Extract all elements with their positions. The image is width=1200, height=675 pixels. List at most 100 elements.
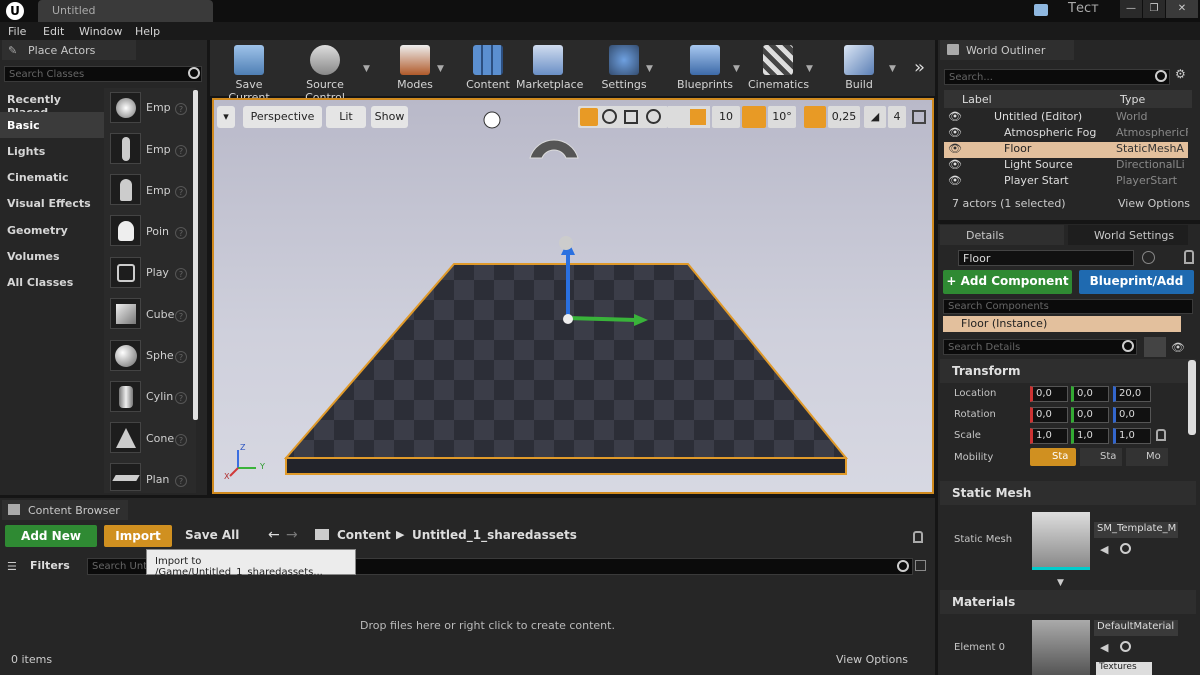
chevron-down-icon[interactable]: ▼ bbox=[889, 64, 896, 74]
show-button[interactable]: Show bbox=[371, 106, 408, 128]
camera-speed-value[interactable]: 4 bbox=[888, 106, 906, 128]
save-current-button[interactable]: Save Current bbox=[216, 42, 282, 104]
eye-icon[interactable]: 👁 bbox=[948, 142, 962, 155]
actor-item-label[interactable]: Play bbox=[146, 266, 169, 279]
static-mesh-dropdown[interactable]: SM_Template_M bbox=[1094, 522, 1178, 538]
eye-icon[interactable]: 👁 bbox=[1171, 341, 1185, 354]
chevron-down-icon[interactable]: ▼ bbox=[733, 64, 740, 74]
property-matrix-icon[interactable] bbox=[1144, 337, 1166, 357]
rotation-snap-icon[interactable] bbox=[742, 106, 766, 128]
world-local-icon[interactable] bbox=[646, 109, 661, 124]
save-search-icon[interactable] bbox=[915, 560, 926, 571]
close-button[interactable]: ✕ bbox=[1166, 0, 1198, 18]
scale-y-field[interactable]: 1,0 bbox=[1071, 428, 1109, 444]
material-thumbnail[interactable] bbox=[1032, 620, 1090, 675]
chevron-down-icon[interactable]: ▼ bbox=[646, 64, 653, 74]
outliner-row[interactable]: 👁 Light Source DirectionalLi bbox=[944, 158, 1188, 174]
eye-icon[interactable]: 👁 bbox=[948, 110, 962, 123]
help-icon[interactable]: ? bbox=[175, 434, 187, 446]
rotation-z-field[interactable]: 0,0 bbox=[1113, 407, 1151, 423]
outliner-settings-icon[interactable]: ⚙ bbox=[1175, 67, 1189, 83]
lock-icon[interactable] bbox=[1156, 429, 1166, 441]
outliner-row[interactable]: 👁 Atmospheric Fog AtmosphericF bbox=[944, 126, 1188, 142]
details-tab[interactable]: Details bbox=[940, 225, 1064, 245]
actor-thumb-sphere[interactable] bbox=[110, 340, 141, 371]
content-button[interactable]: Content bbox=[466, 42, 510, 94]
content-view-options[interactable]: View Options bbox=[836, 653, 908, 666]
search-classes-input[interactable]: Search Classes bbox=[4, 66, 202, 82]
marketplace-button[interactable]: Marketplace bbox=[516, 42, 583, 94]
type-column-header[interactable]: Type bbox=[1120, 93, 1145, 106]
lock-icon[interactable] bbox=[1184, 250, 1194, 264]
blueprints-button[interactable]: Blueprints bbox=[676, 42, 734, 94]
expand-arrow-icon[interactable]: ▼ bbox=[1057, 578, 1064, 588]
category-geometry[interactable]: Geometry bbox=[0, 217, 104, 243]
toolbar-more-button[interactable]: » bbox=[914, 57, 925, 78]
static-mesh-section-header[interactable]: Static Mesh bbox=[940, 481, 1196, 505]
category-basic[interactable]: Basic bbox=[0, 112, 104, 138]
rotate-tool-icon[interactable] bbox=[602, 109, 617, 124]
mobility-movable-button[interactable]: Mo bbox=[1126, 448, 1168, 466]
place-actors-tab[interactable]: Place Actors bbox=[2, 40, 136, 60]
search-icon[interactable] bbox=[188, 67, 200, 79]
chevron-down-icon[interactable]: ▼ bbox=[806, 64, 813, 74]
viewport-options-dropdown[interactable]: ▾ bbox=[217, 106, 235, 128]
actor-item-label[interactable]: Emp bbox=[146, 143, 171, 156]
outliner-row-selected[interactable]: 👁 Floor StaticMeshA bbox=[944, 142, 1188, 158]
maximize-button[interactable]: ❐ bbox=[1143, 0, 1165, 18]
back-arrow-icon[interactable]: ← bbox=[268, 527, 280, 543]
lit-button[interactable]: Lit bbox=[326, 106, 366, 128]
chevron-down-icon[interactable]: ▼ bbox=[437, 64, 444, 74]
level-tab[interactable]: Untitled bbox=[38, 0, 213, 22]
category-cinematic[interactable]: Cinematic bbox=[0, 164, 104, 190]
help-icon[interactable] bbox=[1142, 251, 1155, 264]
scale-x-field[interactable]: 1,0 bbox=[1030, 428, 1068, 444]
translate-tool-icon[interactable] bbox=[580, 108, 598, 126]
actor-item-label[interactable]: Plan bbox=[146, 473, 169, 486]
import-button[interactable]: Import bbox=[104, 525, 172, 547]
details-scrollbar[interactable] bbox=[1188, 360, 1196, 435]
actor-name-field[interactable]: Floor bbox=[958, 250, 1134, 266]
static-mesh-thumbnail[interactable] bbox=[1032, 512, 1090, 570]
eye-icon[interactable]: 👁 bbox=[948, 174, 962, 187]
rotation-y-field[interactable]: 0,0 bbox=[1071, 407, 1109, 423]
gizmo-y-axis[interactable] bbox=[567, 316, 637, 322]
filters-button[interactable]: Filters bbox=[30, 559, 70, 572]
actor-thumb-cone[interactable] bbox=[110, 422, 141, 453]
menu-window[interactable]: Window bbox=[79, 25, 122, 38]
actor-item-label[interactable]: Sphe bbox=[146, 349, 174, 362]
sources-toggle-icon[interactable]: ☰ bbox=[7, 560, 17, 573]
content-browser-tab[interactable]: Content Browser bbox=[2, 500, 128, 520]
category-volumes[interactable]: Volumes bbox=[0, 243, 104, 269]
camera-speed-icon[interactable]: ◢ bbox=[864, 106, 886, 128]
actor-thumb-empty-actor[interactable] bbox=[110, 92, 141, 123]
actor-thumb-cylinder[interactable] bbox=[110, 381, 141, 412]
rotation-label[interactable]: Rotation bbox=[954, 409, 996, 420]
forward-arrow-icon[interactable]: → bbox=[286, 527, 298, 543]
scale-snap-icon[interactable] bbox=[804, 106, 826, 128]
maximize-viewport-icon[interactable] bbox=[912, 110, 926, 124]
transform-section-header[interactable]: Transform bbox=[940, 359, 1196, 383]
search-components-input[interactable]: Search Components bbox=[943, 299, 1193, 314]
category-lights[interactable]: Lights bbox=[0, 138, 104, 164]
actor-thumb-empty-character[interactable] bbox=[110, 133, 141, 164]
menu-help[interactable]: Help bbox=[135, 25, 160, 38]
world-settings-tab[interactable]: World Settings bbox=[1068, 225, 1188, 245]
modes-button[interactable]: Modes bbox=[392, 42, 438, 94]
location-z-field[interactable]: 20,0 bbox=[1113, 386, 1151, 402]
rotation-x-field[interactable]: 0,0 bbox=[1030, 407, 1068, 423]
search-details-input[interactable]: Search Details bbox=[943, 339, 1137, 355]
breadcrumb-folder[interactable]: Untitled_1_sharedassets bbox=[412, 528, 577, 542]
outliner-row[interactable]: 👁 Untitled (Editor) World bbox=[944, 110, 1188, 126]
grid-snap-value[interactable]: 10 bbox=[712, 106, 740, 128]
eye-icon[interactable]: 👁 bbox=[948, 126, 962, 139]
save-all-button[interactable]: Save All bbox=[185, 528, 239, 542]
gizmo-sphere[interactable] bbox=[559, 236, 573, 250]
world-outliner-tab[interactable]: World Outliner bbox=[940, 40, 1074, 60]
help-icon[interactable]: ? bbox=[175, 392, 187, 404]
label-column-header[interactable]: Label bbox=[962, 93, 992, 106]
help-icon[interactable]: ? bbox=[175, 186, 187, 198]
build-button[interactable]: Build bbox=[840, 42, 878, 94]
material-dropdown[interactable]: DefaultMaterial bbox=[1094, 620, 1178, 636]
actor-item-label[interactable]: Poin bbox=[146, 225, 169, 238]
